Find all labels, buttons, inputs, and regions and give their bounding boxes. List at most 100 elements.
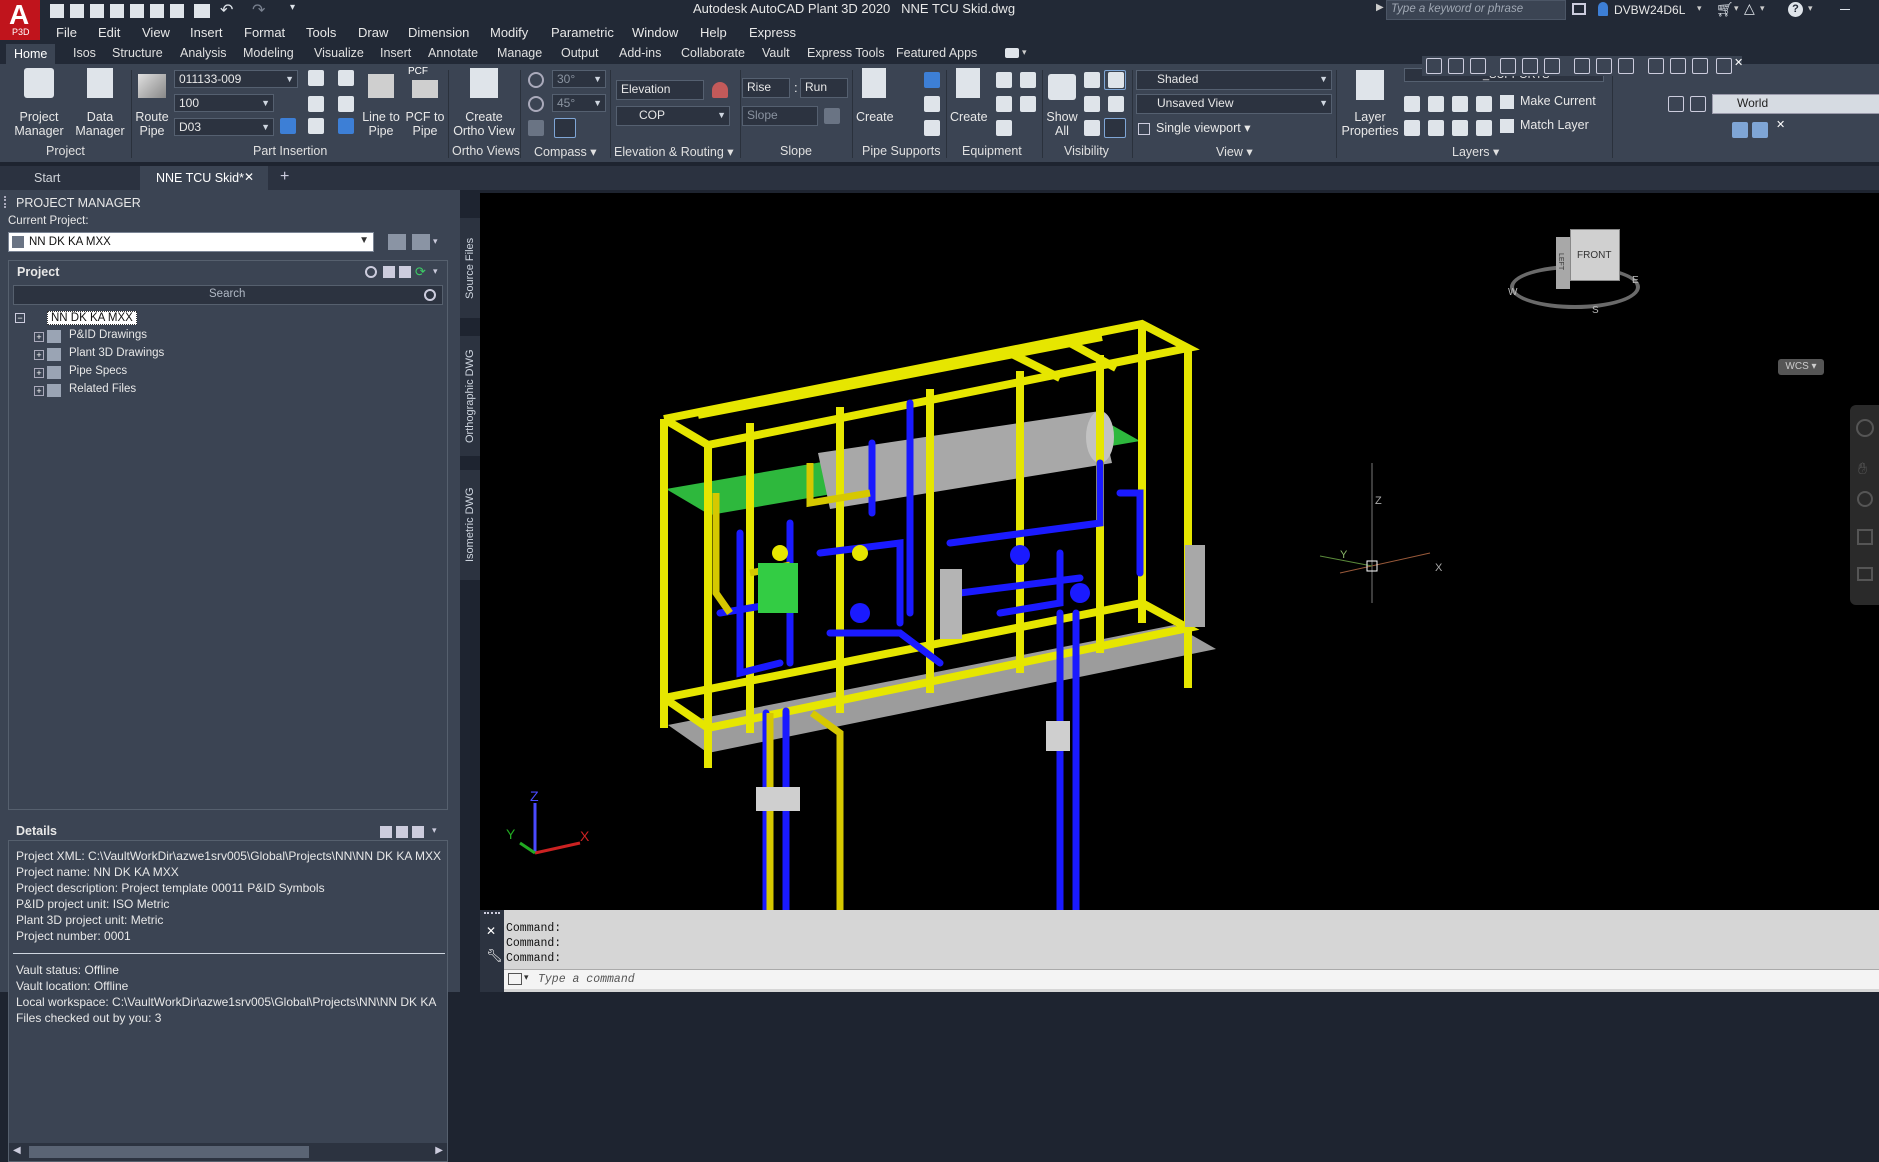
a360-icon[interactable]: △ <box>1744 0 1755 17</box>
tree-item[interactable]: + Related Files <box>9 383 309 399</box>
save-icon[interactable] <box>90 4 104 18</box>
tree-refresh-icon[interactable]: ⟳ <box>415 264 426 280</box>
tree-item[interactable]: + P&ID Drawings <box>9 329 309 345</box>
close-tab-icon[interactable]: ✕ <box>244 170 254 184</box>
command-prompt-icon[interactable] <box>508 973 522 985</box>
menu-modify[interactable]: Modify <box>490 25 528 40</box>
equipment-edit-icon[interactable] <box>996 72 1012 88</box>
substitute-icon[interactable] <box>338 118 354 134</box>
compass-active-icon[interactable] <box>554 118 576 138</box>
ucs-previous-icon[interactable] <box>1470 58 1486 74</box>
panel-title-view[interactable]: View ▾ <box>1216 144 1253 159</box>
valve-icon[interactable] <box>338 96 354 112</box>
orbit-icon[interactable] <box>1857 529 1873 545</box>
create-support-button[interactable]: Create <box>856 68 894 140</box>
details-view-b-icon[interactable] <box>396 826 408 838</box>
visibility-toggle-a-icon[interactable] <box>1104 70 1126 90</box>
scroll-right-icon[interactable]: ▶ <box>435 1145 443 1156</box>
layer-freeze-icon[interactable] <box>1428 96 1444 112</box>
end-isolation-icon[interactable] <box>1084 120 1100 136</box>
layer-thaw-icon[interactable] <box>1428 120 1444 136</box>
tree-menu-dropdown-icon[interactable]: ▾ <box>433 266 438 277</box>
spec-selector[interactable]: 011133-009 ▼ <box>174 70 298 88</box>
plot-icon[interactable] <box>130 4 144 18</box>
showmotion-icon[interactable] <box>1857 567 1873 581</box>
viewport-config-button[interactable]: Single viewport ▾ <box>1138 120 1258 138</box>
panel-title-compass[interactable]: Compass ▾ <box>534 144 597 159</box>
line-to-pipe-button[interactable]: Line to Pipe <box>360 68 402 140</box>
project-options-icon[interactable] <box>412 234 430 250</box>
angle-30-selector[interactable]: 30° ▼ <box>552 70 606 88</box>
tab-output[interactable]: Output <box>561 46 599 60</box>
redo-icon[interactable]: ↷ <box>252 0 265 20</box>
tab-start[interactable]: Start <box>0 166 140 190</box>
ucs-origin-icon[interactable] <box>1574 58 1590 74</box>
rise-input[interactable]: Rise <box>742 78 790 98</box>
tree-root[interactable]: NN DK KA MXX <box>47 311 137 325</box>
ucs-object-icon[interactable] <box>1522 58 1538 74</box>
orthographic-dwg-tab[interactable]: Orthographic DWG <box>460 336 480 456</box>
menu-edit[interactable]: Edit <box>98 25 120 40</box>
named-view-selector[interactable]: Unsaved View ▼ <box>1136 94 1332 114</box>
route-pipe-button[interactable]: Route Pipe <box>134 68 170 140</box>
app-logo[interactable]: A P3D <box>0 0 40 40</box>
tab-analysis[interactable]: Analysis <box>180 46 227 60</box>
user-dropdown-icon[interactable]: ▾ <box>1697 3 1702 14</box>
scroll-left-icon[interactable]: ◀ <box>13 1145 21 1156</box>
a360-dropdown-icon[interactable]: ▾ <box>1760 3 1765 14</box>
ucs-x-icon[interactable] <box>1648 58 1664 74</box>
search-expand-icon[interactable]: ▶ <box>1376 2 1384 13</box>
equipment-modify-icon[interactable] <box>996 120 1012 136</box>
viewcube[interactable]: FRONT LEFT W S E <box>1508 229 1640 319</box>
details-dropdown-icon[interactable]: ▾ <box>432 825 437 836</box>
equipment-convert-icon[interactable] <box>1020 96 1036 112</box>
save-as-icon[interactable] <box>110 4 124 18</box>
ucs-named-icon[interactable] <box>1668 96 1684 112</box>
cart-dropdown-icon[interactable]: ▾ <box>1734 3 1739 14</box>
ucs-zaxis-icon[interactable] <box>1596 58 1612 74</box>
details-view-c-icon[interactable] <box>412 826 424 838</box>
pcf-to-pipe-button[interactable]: PCF PCF to Pipe <box>404 66 446 140</box>
ucs-y-icon[interactable] <box>1670 58 1686 74</box>
visual-style-selector[interactable]: Shaded ▼ <box>1136 70 1332 90</box>
expand-icon[interactable]: + <box>34 332 44 342</box>
close-toolbar-icon[interactable]: ✕ <box>1734 56 1743 69</box>
compass-track-icon[interactable] <box>528 120 544 136</box>
new-icon[interactable] <box>50 4 64 18</box>
layer-lock-icon[interactable] <box>1452 96 1468 112</box>
support-edit-icon[interactable] <box>924 72 940 88</box>
ucs-3point-icon[interactable] <box>1618 58 1634 74</box>
ucs-mini-a-icon[interactable] <box>1732 122 1748 138</box>
panel-title-elevation-routing[interactable]: Elevation & Routing ▾ <box>614 144 734 159</box>
size-selector[interactable]: 100 ▼ <box>174 94 274 112</box>
ucs-world-icon[interactable] <box>1448 58 1464 74</box>
slope-input[interactable]: Slope <box>742 106 818 126</box>
menu-parametric[interactable]: Parametric <box>551 25 614 40</box>
source-files-tab[interactable]: Source Files <box>460 218 480 318</box>
scroll-thumb[interactable] <box>29 1146 309 1158</box>
elevation-pick-icon[interactable] <box>712 82 728 98</box>
recent-commands-dropdown-icon[interactable]: ▾ <box>524 972 529 983</box>
support-convert-icon[interactable] <box>924 96 940 112</box>
run-input[interactable]: Run <box>800 78 848 98</box>
create-ortho-view-button[interactable]: Create Ortho View <box>452 68 516 140</box>
ucs-world-selector[interactable]: World <box>1712 94 1879 114</box>
layer-unlock-icon[interactable] <box>1452 120 1468 136</box>
wcs-menu[interactable]: WCS ▾ <box>1778 359 1824 375</box>
tab-vault[interactable]: Vault <box>762 46 790 60</box>
pan-icon[interactable]: ✋︎ <box>1858 461 1867 479</box>
tab-insert[interactable]: Insert <box>380 46 411 60</box>
menu-view[interactable]: View <box>142 25 170 40</box>
match-layer-button[interactable]: Match Layer <box>1500 118 1610 136</box>
menu-file[interactable]: File <box>56 25 77 40</box>
data-manager-button[interactable]: Data Manager <box>74 68 126 140</box>
panel-title-layers[interactable]: Layers ▾ <box>1452 144 1499 159</box>
layer-properties-button[interactable]: Layer Properties <box>1340 68 1400 140</box>
connect-icon[interactable] <box>308 118 324 134</box>
current-project-selector[interactable]: NN DK KA MXX ▼ <box>8 232 374 252</box>
expand-icon[interactable]: + <box>34 368 44 378</box>
layer-selector[interactable]: D03 ▼ <box>174 118 274 136</box>
ucs-mini-b-icon[interactable] <box>1752 122 1768 138</box>
ucs-face-icon[interactable] <box>1500 58 1516 74</box>
minimize-icon[interactable] <box>1840 9 1850 10</box>
